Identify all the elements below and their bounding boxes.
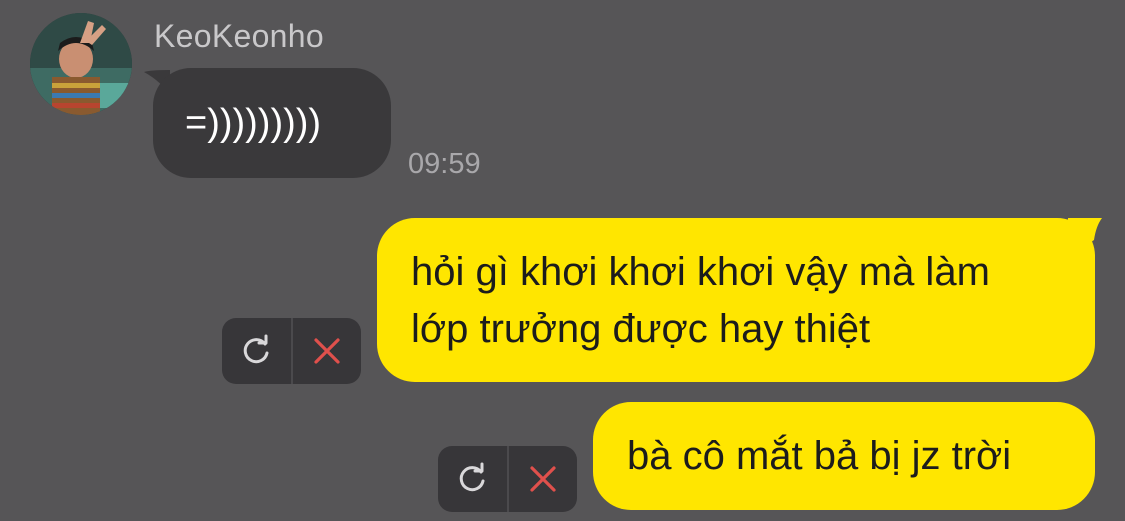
failed-message-actions <box>438 446 577 512</box>
close-icon <box>530 466 556 492</box>
incoming-message-bubble[interactable]: =))))))))) <box>153 68 391 178</box>
avatar-image <box>30 13 132 115</box>
avatar[interactable] <box>30 13 132 115</box>
close-icon <box>314 338 340 364</box>
outgoing-message-bubble[interactable]: bà cô mắt bả bị jz trời <box>593 402 1095 510</box>
delete-button[interactable] <box>293 318 362 384</box>
resend-button[interactable] <box>438 446 507 512</box>
message-timestamp: 09:59 <box>408 148 481 180</box>
resend-button[interactable] <box>222 318 291 384</box>
message-line: bà cô mắt bả bị jz trời <box>627 434 1012 478</box>
delete-button[interactable] <box>509 446 578 512</box>
failed-message-actions <box>222 318 361 384</box>
refresh-icon <box>244 334 269 364</box>
incoming-message-text: =))))))))) <box>185 102 322 144</box>
sender-name: KeoKeonho <box>154 18 324 54</box>
refresh-icon <box>460 462 485 492</box>
message-line: lớp trưởng được hay thiệt <box>411 307 871 351</box>
message-line: hỏi gì khơi khơi khơi vậy mà làm <box>411 250 990 294</box>
outgoing-message-bubble[interactable]: hỏi gì khơi khơi khơi vậy mà làm lớp trư… <box>377 218 1095 382</box>
